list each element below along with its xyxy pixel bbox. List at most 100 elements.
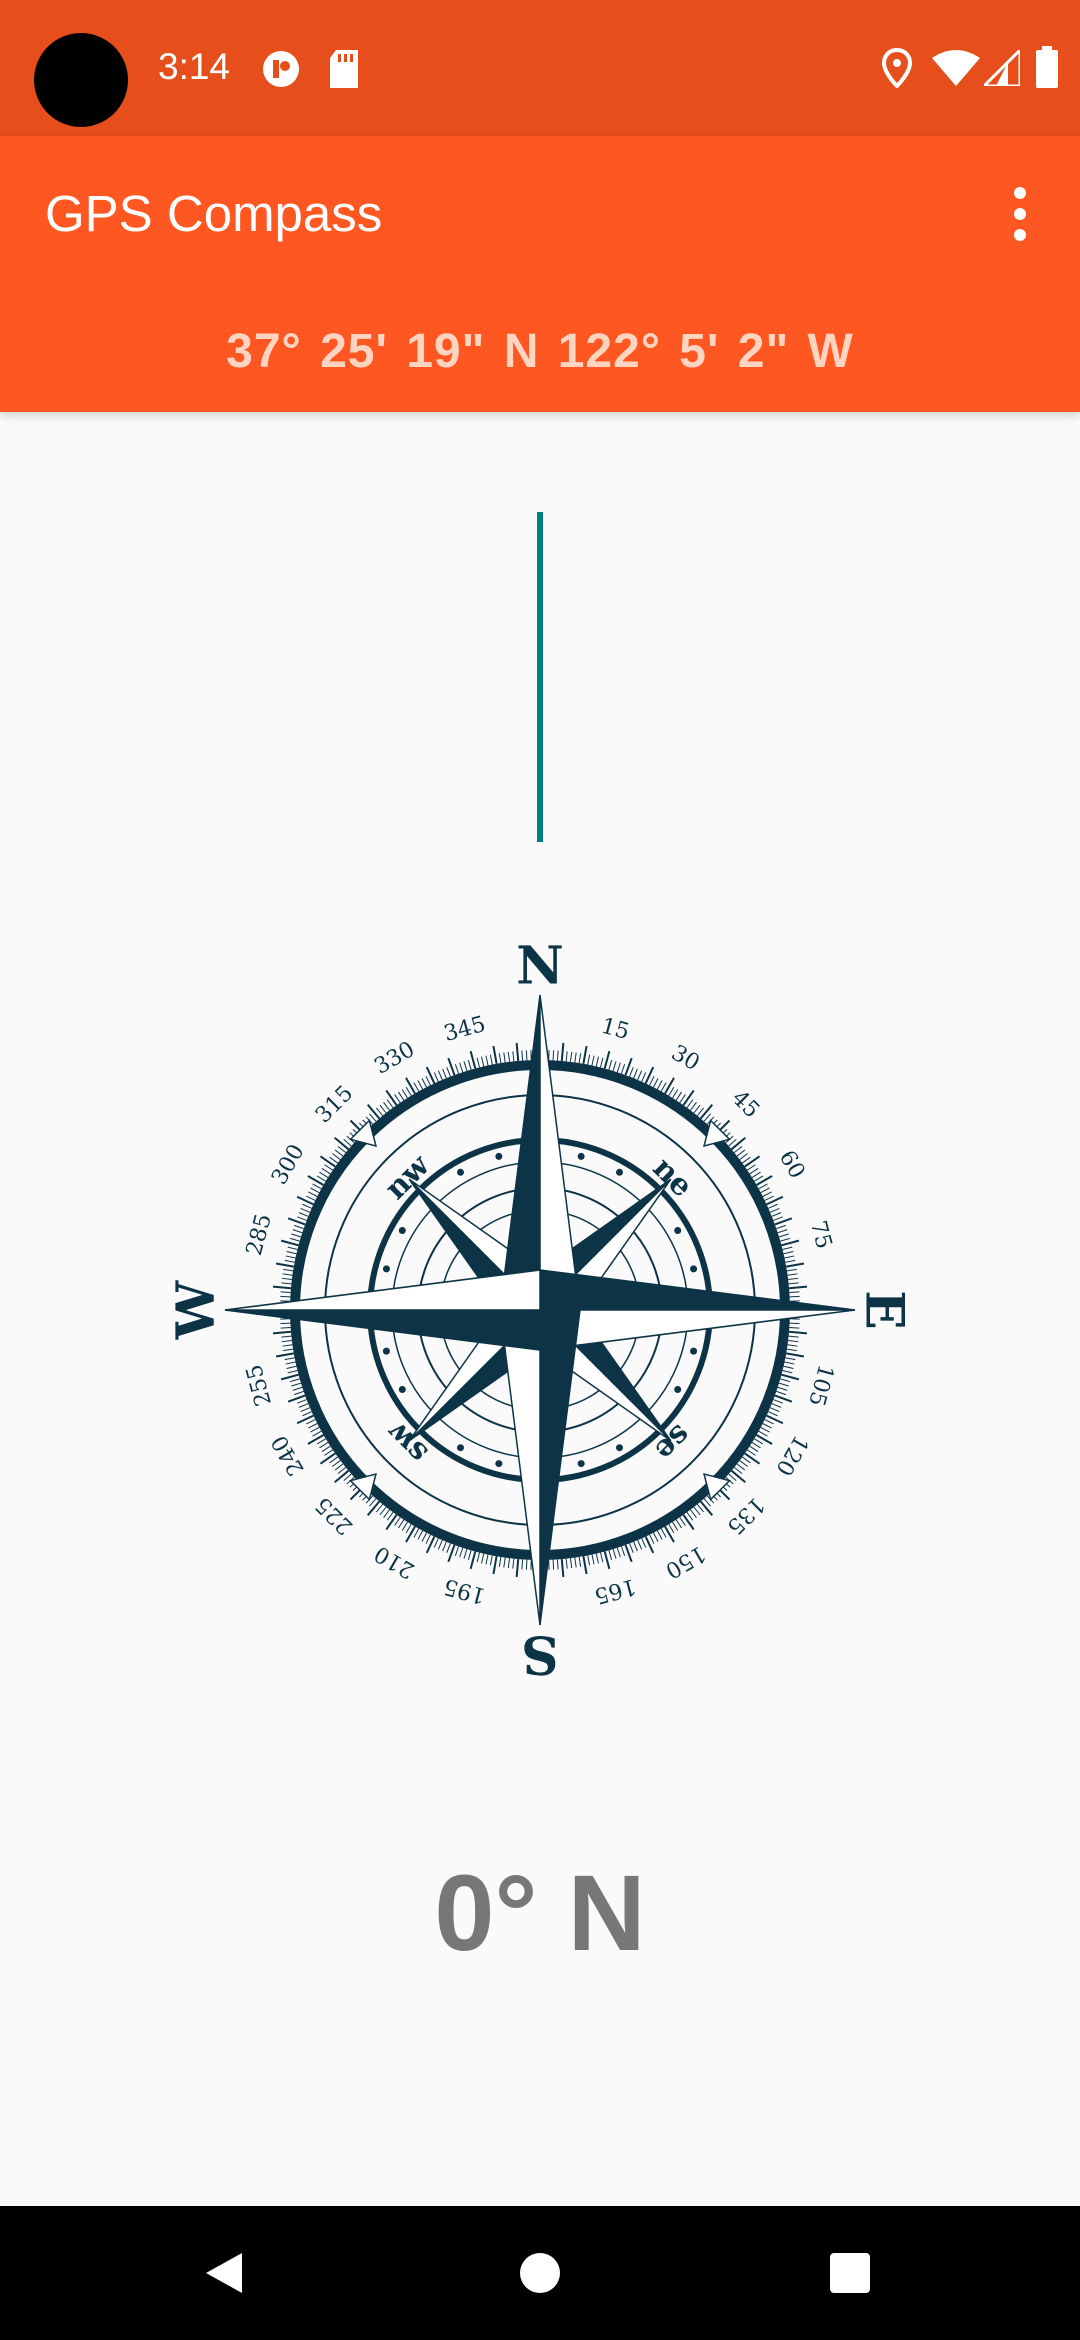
app-title: GPS Compass	[45, 185, 383, 242]
tick-mark	[512, 1051, 515, 1062]
tick-mark	[629, 1543, 634, 1553]
tick-mark	[297, 1216, 307, 1221]
tick-mark	[525, 1050, 528, 1061]
tick-mark	[283, 1348, 294, 1352]
tick-mark	[778, 1382, 789, 1387]
gps-coordinates: 37° 25' 19" N 122° 5' 2" W	[226, 325, 854, 378]
tick-mark	[512, 1558, 515, 1569]
tick-mark	[319, 1442, 329, 1449]
star-point-dark	[539, 1309, 581, 1626]
tick-mark	[421, 1532, 427, 1542]
tick-mark	[696, 1107, 705, 1117]
tick-mark	[780, 1237, 791, 1242]
tick-mark	[394, 1094, 401, 1104]
tick-mark	[733, 1145, 743, 1154]
tick-mark	[334, 1136, 350, 1151]
ring-dot	[616, 1444, 623, 1452]
tick-mark	[319, 1452, 336, 1465]
recents-icon[interactable]	[830, 2253, 870, 2293]
tick-mark	[777, 1386, 788, 1391]
tick-mark	[758, 1430, 768, 1437]
star-point-light	[224, 1269, 541, 1311]
tick-mark	[492, 1045, 498, 1064]
tick-mark	[736, 1149, 746, 1157]
tick-mark	[306, 1419, 316, 1425]
tick-mark	[307, 1434, 324, 1445]
tick-mark	[417, 1080, 424, 1090]
tick-mark	[749, 1445, 759, 1453]
back-icon[interactable]	[202, 2251, 246, 2295]
tick-mark	[300, 1407, 311, 1413]
tick-mark	[401, 1089, 408, 1099]
ring-dot	[457, 1444, 464, 1452]
tick-mark	[739, 1460, 748, 1467]
ring-dot	[495, 1152, 503, 1160]
tick-mark	[629, 1067, 634, 1077]
star-point-light	[539, 994, 581, 1311]
more-vert-icon[interactable]	[1000, 184, 1040, 244]
tick-mark	[682, 1514, 695, 1531]
ring-dot	[674, 1227, 682, 1234]
degree-label: 255	[242, 1362, 277, 1409]
tick-mark	[321, 1167, 331, 1175]
tick-mark	[569, 1051, 573, 1062]
tick-mark	[633, 1541, 638, 1552]
tick-mark	[306, 1195, 316, 1201]
tick-mark	[637, 1539, 643, 1550]
tick-mark	[312, 1430, 322, 1437]
notification-icon	[263, 51, 299, 87]
tick-mark	[283, 1268, 294, 1272]
tick-mark	[275, 1352, 294, 1358]
tick-mark	[425, 1534, 431, 1544]
tick-mark	[675, 1091, 683, 1101]
tick-mark	[760, 1426, 770, 1433]
tick-mark	[552, 1050, 555, 1061]
tick-mark	[405, 1077, 416, 1094]
tick-mark	[285, 1361, 296, 1365]
tick-mark	[284, 1357, 295, 1361]
ring-dot	[674, 1386, 682, 1393]
tick-mark	[633, 1068, 638, 1079]
tick-mark	[782, 1369, 793, 1374]
tick-mark	[379, 1506, 387, 1516]
tick-mark	[366, 1500, 381, 1516]
tick-mark	[690, 1102, 697, 1111]
cardinal-label: S	[521, 1624, 559, 1685]
status-time: 3:14	[158, 46, 231, 87]
tick-mark	[599, 1552, 604, 1563]
tick-mark	[653, 1532, 659, 1542]
tick-mark	[744, 1452, 761, 1465]
ring-dot	[382, 1265, 390, 1273]
tick-mark	[413, 1082, 420, 1092]
tick-mark	[741, 1156, 751, 1164]
star-point-dark	[224, 1309, 541, 1351]
tick-mark	[773, 1399, 783, 1404]
tick-mark	[307, 1175, 324, 1186]
tick-mark	[417, 1530, 424, 1540]
cardinal-label: E	[854, 1290, 915, 1330]
tick-mark	[569, 1558, 573, 1569]
tick-mark	[476, 1552, 481, 1563]
degree-label: 240	[267, 1431, 310, 1480]
home-icon[interactable]	[520, 2253, 560, 2293]
tick-mark	[281, 1282, 292, 1285]
tick-mark	[778, 1233, 789, 1238]
tick-mark	[649, 1076, 655, 1086]
degree-label: 105	[803, 1362, 838, 1409]
tick-mark	[442, 1068, 447, 1079]
signal-icon	[984, 50, 1020, 86]
tick-mark	[786, 1352, 805, 1358]
tick-mark	[310, 1187, 320, 1194]
tick-mark	[660, 1082, 667, 1092]
tick-mark	[746, 1449, 756, 1456]
tick-mark	[787, 1273, 798, 1276]
star-point-light	[539, 1309, 856, 1351]
tick-mark	[459, 1062, 464, 1073]
tick-mark	[334, 1463, 344, 1471]
tick-mark	[591, 1554, 595, 1565]
tick-mark	[383, 1102, 390, 1111]
tick-mark	[521, 1050, 524, 1061]
tick-mark	[515, 1558, 520, 1578]
tick-mark	[582, 1556, 588, 1575]
tick-mark	[286, 1365, 297, 1369]
